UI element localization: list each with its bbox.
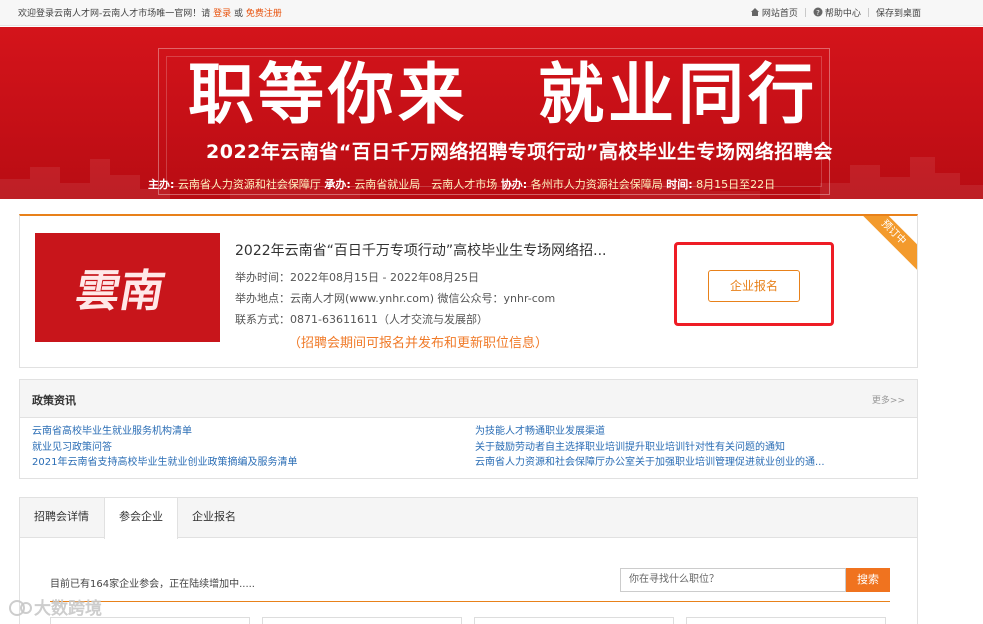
job-search-input[interactable]: 你在寻找什么职位？ bbox=[620, 568, 846, 592]
register-link[interactable]: 免费注册 bbox=[246, 9, 282, 19]
policy-more-link[interactable]: 更多>> bbox=[872, 393, 905, 406]
assist-value: 各州市人力资源社会保障局 bbox=[530, 178, 663, 191]
host-value: 云南省人力资源和社会保障厅 bbox=[177, 178, 321, 191]
help-link[interactable]: ? 帮助中心 bbox=[813, 6, 861, 19]
policy-link[interactable]: 就业见习政策问答 bbox=[32, 440, 297, 456]
fair-thumbnail[interactable]: 雲南 bbox=[35, 233, 220, 342]
fair-tabs-panel: 招聘会详情 参会企业 企业报名 目前已有164家企业参会，正在陆续增加中....… bbox=[19, 497, 918, 624]
company-card[interactable] bbox=[686, 617, 886, 624]
svg-text:?: ? bbox=[816, 9, 820, 17]
top-bar: 欢迎登录云南人才网-云南人才市场唯一官网！请 登录 或 免费注册 网站首页 | … bbox=[0, 0, 983, 26]
tab-company-registration[interactable]: 企业报名 bbox=[178, 498, 250, 538]
help-label: 帮助中心 bbox=[824, 9, 861, 19]
home-label: 网站首页 bbox=[761, 9, 798, 19]
divider: | bbox=[803, 7, 807, 18]
company-count-text: 目前已有164家企业参会，正在陆续增加中..... bbox=[50, 579, 255, 590]
banner-headline: 职等你来 就业同行 bbox=[188, 56, 818, 133]
time-value: 8月15日至22日 bbox=[696, 178, 776, 191]
home-icon bbox=[750, 8, 759, 16]
policy-news-box: 政策资讯 更多>> 云南省高校毕业生就业服务机构清单 就业见习政策问答 2021… bbox=[19, 379, 918, 479]
fair-notice: （招聘会期间可报名并发布和更新职位信息） bbox=[288, 336, 549, 351]
company-cards-row bbox=[50, 617, 890, 624]
policy-header: 政策资讯 更多>> bbox=[20, 380, 917, 418]
top-links: 网站首页 | ? 帮助中心 | 保存到桌面 bbox=[750, 6, 921, 19]
fair-place: 举办地点：云南人才网(www.ynhr.com) 微信公众号：ynhr-com bbox=[235, 292, 556, 305]
undertake-label: 承办: bbox=[324, 178, 351, 191]
undertake-value: 云南省就业局 云南人才市场 bbox=[354, 178, 498, 191]
save-to-desktop-link[interactable]: 保存到桌面 bbox=[876, 6, 921, 19]
job-fair-card: 雲南 2022年云南省“百日千万专项行动”高校毕业生专场网络招... 举办时间：… bbox=[19, 214, 918, 368]
policy-link[interactable]: 关于鼓励劳动者自主选择职业培训提升职业培训针对性有关问题的通知 bbox=[475, 440, 825, 456]
policy-link[interactable]: 云南省人力资源和社会保障厅办公室关于加强职业培训管理促进就业创业的通... bbox=[475, 455, 825, 471]
watermark-text: 大数跨境 bbox=[34, 599, 102, 619]
tab-participating-companies[interactable]: 参会企业 bbox=[104, 498, 178, 539]
banner-subtitle: 2022年云南省“百日千万网络招聘专项行动”高校毕业生专场网络招聘会 bbox=[206, 141, 833, 163]
banner-organizers: 主办: 云南省人力资源和社会保障厅 承办: 云南省就业局 云南人才市场 协办: … bbox=[148, 176, 775, 192]
welcome-prefix: 欢迎登录云南人才网-云南人才市场唯一官网！请 bbox=[18, 9, 211, 19]
login-link[interactable]: 登录 bbox=[213, 9, 231, 19]
divider: | bbox=[866, 7, 870, 18]
policy-left-list: 云南省高校毕业生就业服务机构清单 就业见习政策问答 2021年云南省支持高校毕业… bbox=[32, 424, 297, 471]
fair-contact: 联系方式：0871-63611611（人才交流与发展部） bbox=[235, 313, 488, 326]
policy-title: 政策资讯 bbox=[32, 394, 76, 407]
assist-label: 协办: bbox=[500, 178, 528, 191]
watermark-logo-icon bbox=[9, 600, 32, 616]
section-divider bbox=[50, 601, 890, 602]
policy-right-list: 为技能人才畅通职业发展渠道 关于鼓励劳动者自主选择职业培训提升职业培训针对性有关… bbox=[475, 424, 825, 471]
watermark: 大数跨境 bbox=[8, 594, 102, 619]
company-card[interactable] bbox=[262, 617, 462, 624]
tab-fair-details[interactable]: 招聘会详情 bbox=[20, 498, 103, 538]
fair-title[interactable]: 2022年云南省“百日千万专项行动”高校毕业生专场网络招... bbox=[235, 240, 655, 260]
fair-time: 举办时间：2022年08月15日 - 2022年08月25日 bbox=[235, 271, 479, 284]
search-button[interactable]: 搜索 bbox=[846, 568, 890, 592]
company-apply-button[interactable]: 企业报名 bbox=[708, 270, 800, 302]
time-label: 时间: bbox=[666, 178, 693, 191]
hero-banner: 职等你来 就业同行 2022年云南省“百日千万网络招聘专项行动”高校毕业生专场网… bbox=[0, 27, 983, 199]
welcome-text: 欢迎登录云南人才网-云南人才市场唯一官网！请 登录 或 免费注册 bbox=[18, 6, 282, 19]
company-card[interactable] bbox=[474, 617, 674, 624]
status-ribbon: 预订中 bbox=[852, 216, 917, 274]
policy-link[interactable]: 2021年云南省支持高校毕业生就业创业政策摘编及服务清单 bbox=[32, 455, 297, 471]
policy-link[interactable]: 为技能人才畅通职业发展渠道 bbox=[475, 424, 825, 440]
host-label: 主办: bbox=[148, 178, 175, 191]
thumbnail-calligraphy: 雲南 bbox=[71, 266, 169, 317]
home-link[interactable]: 网站首页 bbox=[750, 6, 798, 19]
help-icon: ? bbox=[813, 7, 823, 17]
policy-link[interactable]: 云南省高校毕业生就业服务机构清单 bbox=[32, 424, 297, 440]
tab-bar: 招聘会详情 参会企业 企业报名 bbox=[20, 498, 917, 539]
or-text: 或 bbox=[234, 9, 244, 19]
